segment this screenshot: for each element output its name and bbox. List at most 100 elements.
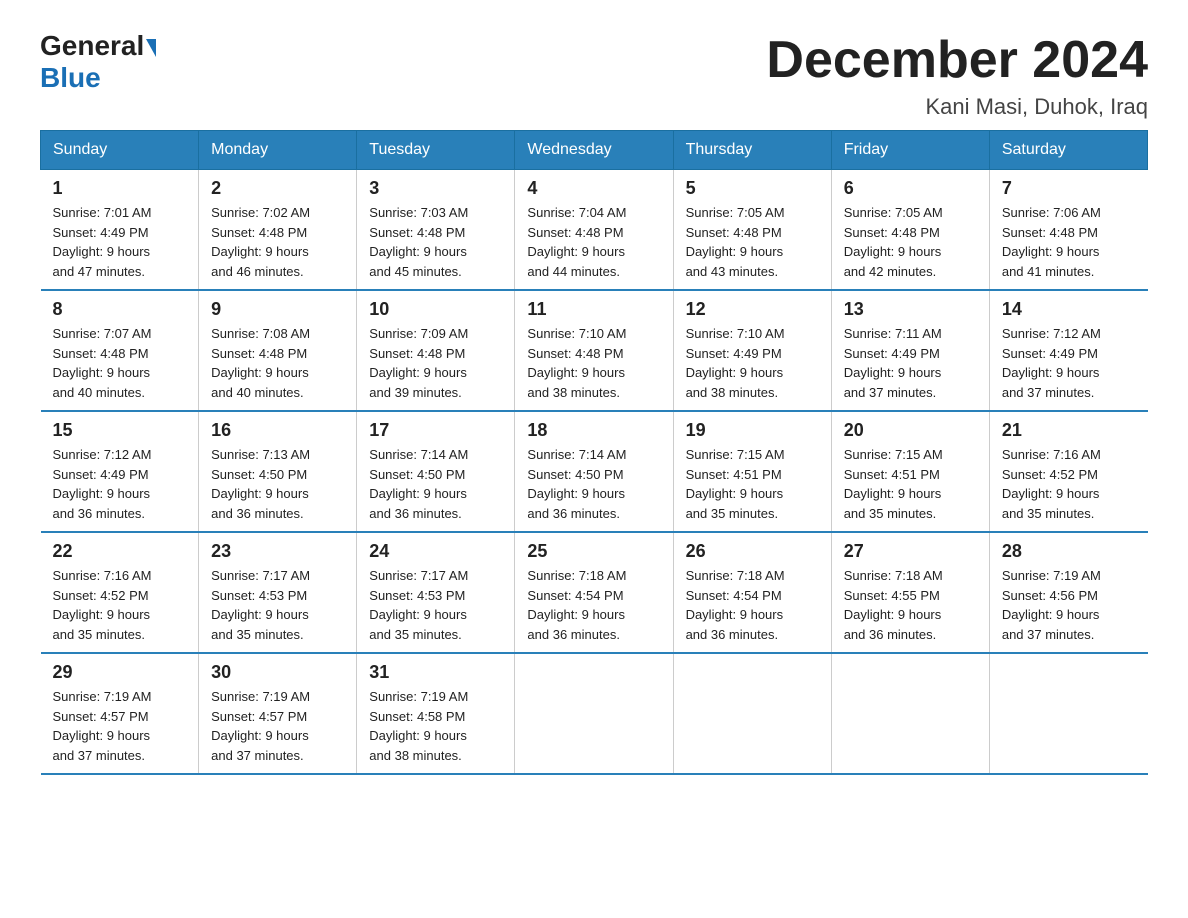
sunset-label: Sunset: 4:48 PM	[686, 225, 782, 240]
day-info: Sunrise: 7:14 AM Sunset: 4:50 PM Dayligh…	[527, 445, 660, 523]
day-number: 2	[211, 178, 344, 199]
sunset-label: Sunset: 4:53 PM	[369, 588, 465, 603]
calendar-week-row: 22 Sunrise: 7:16 AM Sunset: 4:52 PM Dayl…	[41, 532, 1148, 653]
daylight-label: Daylight: 9 hours	[53, 244, 151, 259]
day-number: 11	[527, 299, 660, 320]
day-info: Sunrise: 7:16 AM Sunset: 4:52 PM Dayligh…	[1002, 445, 1136, 523]
daylight-label: Daylight: 9 hours	[53, 607, 151, 622]
day-info: Sunrise: 7:16 AM Sunset: 4:52 PM Dayligh…	[53, 566, 187, 644]
day-info: Sunrise: 7:19 AM Sunset: 4:56 PM Dayligh…	[1002, 566, 1136, 644]
daylight-label: Daylight: 9 hours	[369, 607, 467, 622]
daylight-label: Daylight: 9 hours	[369, 486, 467, 501]
sunrise-label: Sunrise: 7:14 AM	[369, 447, 468, 462]
sunset-label: Sunset: 4:52 PM	[1002, 467, 1098, 482]
day-info: Sunrise: 7:11 AM Sunset: 4:49 PM Dayligh…	[844, 324, 977, 402]
day-number: 12	[686, 299, 819, 320]
sunset-label: Sunset: 4:50 PM	[369, 467, 465, 482]
sunrise-label: Sunrise: 7:01 AM	[53, 205, 152, 220]
daylight-label: Daylight: 9 hours	[686, 607, 784, 622]
day-info: Sunrise: 7:17 AM Sunset: 4:53 PM Dayligh…	[211, 566, 344, 644]
sunrise-label: Sunrise: 7:16 AM	[53, 568, 152, 583]
sunrise-label: Sunrise: 7:19 AM	[53, 689, 152, 704]
day-info: Sunrise: 7:03 AM Sunset: 4:48 PM Dayligh…	[369, 203, 502, 281]
sunset-label: Sunset: 4:49 PM	[53, 467, 149, 482]
sunset-label: Sunset: 4:50 PM	[527, 467, 623, 482]
daylight-minutes: and 36 minutes.	[527, 506, 620, 521]
daylight-label: Daylight: 9 hours	[844, 486, 942, 501]
daylight-label: Daylight: 9 hours	[211, 365, 309, 380]
day-number: 16	[211, 420, 344, 441]
day-number: 6	[844, 178, 977, 199]
calendar-day-cell: 26 Sunrise: 7:18 AM Sunset: 4:54 PM Dayl…	[673, 532, 831, 653]
weekday-header: Sunday	[41, 131, 199, 170]
sunset-label: Sunset: 4:48 PM	[527, 225, 623, 240]
daylight-minutes: and 37 minutes.	[1002, 385, 1095, 400]
weekday-header: Saturday	[989, 131, 1147, 170]
daylight-minutes: and 38 minutes.	[686, 385, 779, 400]
calendar-day-cell: 6 Sunrise: 7:05 AM Sunset: 4:48 PM Dayli…	[831, 170, 989, 291]
sunset-label: Sunset: 4:51 PM	[844, 467, 940, 482]
day-number: 3	[369, 178, 502, 199]
calendar-day-cell: 20 Sunrise: 7:15 AM Sunset: 4:51 PM Dayl…	[831, 411, 989, 532]
calendar-week-row: 29 Sunrise: 7:19 AM Sunset: 4:57 PM Dayl…	[41, 653, 1148, 774]
daylight-minutes: and 36 minutes.	[53, 506, 146, 521]
day-info: Sunrise: 7:06 AM Sunset: 4:48 PM Dayligh…	[1002, 203, 1136, 281]
daylight-label: Daylight: 9 hours	[844, 244, 942, 259]
calendar-day-cell: 24 Sunrise: 7:17 AM Sunset: 4:53 PM Dayl…	[357, 532, 515, 653]
daylight-label: Daylight: 9 hours	[686, 365, 784, 380]
day-info: Sunrise: 7:13 AM Sunset: 4:50 PM Dayligh…	[211, 445, 344, 523]
daylight-minutes: and 40 minutes.	[211, 385, 304, 400]
day-number: 19	[686, 420, 819, 441]
sunset-label: Sunset: 4:58 PM	[369, 709, 465, 724]
calendar-day-cell: 9 Sunrise: 7:08 AM Sunset: 4:48 PM Dayli…	[199, 290, 357, 411]
day-info: Sunrise: 7:15 AM Sunset: 4:51 PM Dayligh…	[844, 445, 977, 523]
sunrise-label: Sunrise: 7:11 AM	[844, 326, 942, 341]
day-info: Sunrise: 7:05 AM Sunset: 4:48 PM Dayligh…	[844, 203, 977, 281]
day-number: 14	[1002, 299, 1136, 320]
daylight-minutes: and 35 minutes.	[211, 627, 304, 642]
weekday-header: Thursday	[673, 131, 831, 170]
page-subtitle: Kani Masi, Duhok, Iraq	[766, 94, 1148, 120]
day-info: Sunrise: 7:19 AM Sunset: 4:57 PM Dayligh…	[211, 687, 344, 765]
daylight-minutes: and 45 minutes.	[369, 264, 462, 279]
sunset-label: Sunset: 4:48 PM	[211, 225, 307, 240]
calendar-day-cell: 28 Sunrise: 7:19 AM Sunset: 4:56 PM Dayl…	[989, 532, 1147, 653]
day-number: 5	[686, 178, 819, 199]
calendar-day-cell	[515, 653, 673, 774]
daylight-label: Daylight: 9 hours	[53, 365, 151, 380]
sunrise-label: Sunrise: 7:03 AM	[369, 205, 468, 220]
day-number: 9	[211, 299, 344, 320]
day-number: 21	[1002, 420, 1136, 441]
sunrise-label: Sunrise: 7:09 AM	[369, 326, 468, 341]
calendar-table: SundayMondayTuesdayWednesdayThursdayFrid…	[40, 130, 1148, 775]
daylight-label: Daylight: 9 hours	[527, 607, 625, 622]
daylight-label: Daylight: 9 hours	[844, 365, 942, 380]
day-number: 18	[527, 420, 660, 441]
day-number: 7	[1002, 178, 1136, 199]
daylight-minutes: and 47 minutes.	[53, 264, 146, 279]
daylight-minutes: and 36 minutes.	[686, 627, 779, 642]
sunrise-label: Sunrise: 7:08 AM	[211, 326, 310, 341]
daylight-label: Daylight: 9 hours	[686, 486, 784, 501]
day-info: Sunrise: 7:07 AM Sunset: 4:48 PM Dayligh…	[53, 324, 187, 402]
sunset-label: Sunset: 4:57 PM	[211, 709, 307, 724]
sunset-label: Sunset: 4:48 PM	[527, 346, 623, 361]
day-info: Sunrise: 7:15 AM Sunset: 4:51 PM Dayligh…	[686, 445, 819, 523]
daylight-minutes: and 35 minutes.	[686, 506, 779, 521]
sunset-label: Sunset: 4:49 PM	[686, 346, 782, 361]
calendar-day-cell: 22 Sunrise: 7:16 AM Sunset: 4:52 PM Dayl…	[41, 532, 199, 653]
calendar-day-cell: 31 Sunrise: 7:19 AM Sunset: 4:58 PM Dayl…	[357, 653, 515, 774]
calendar-day-cell: 8 Sunrise: 7:07 AM Sunset: 4:48 PM Dayli…	[41, 290, 199, 411]
calendar-day-cell: 2 Sunrise: 7:02 AM Sunset: 4:48 PM Dayli…	[199, 170, 357, 291]
day-info: Sunrise: 7:10 AM Sunset: 4:48 PM Dayligh…	[527, 324, 660, 402]
daylight-minutes: and 37 minutes.	[53, 748, 146, 763]
daylight-label: Daylight: 9 hours	[686, 244, 784, 259]
sunrise-label: Sunrise: 7:17 AM	[369, 568, 468, 583]
calendar-day-cell: 16 Sunrise: 7:13 AM Sunset: 4:50 PM Dayl…	[199, 411, 357, 532]
daylight-label: Daylight: 9 hours	[211, 607, 309, 622]
sunrise-label: Sunrise: 7:12 AM	[53, 447, 152, 462]
sunset-label: Sunset: 4:49 PM	[1002, 346, 1098, 361]
sunrise-label: Sunrise: 7:05 AM	[844, 205, 943, 220]
calendar-day-cell: 15 Sunrise: 7:12 AM Sunset: 4:49 PM Dayl…	[41, 411, 199, 532]
day-number: 27	[844, 541, 977, 562]
